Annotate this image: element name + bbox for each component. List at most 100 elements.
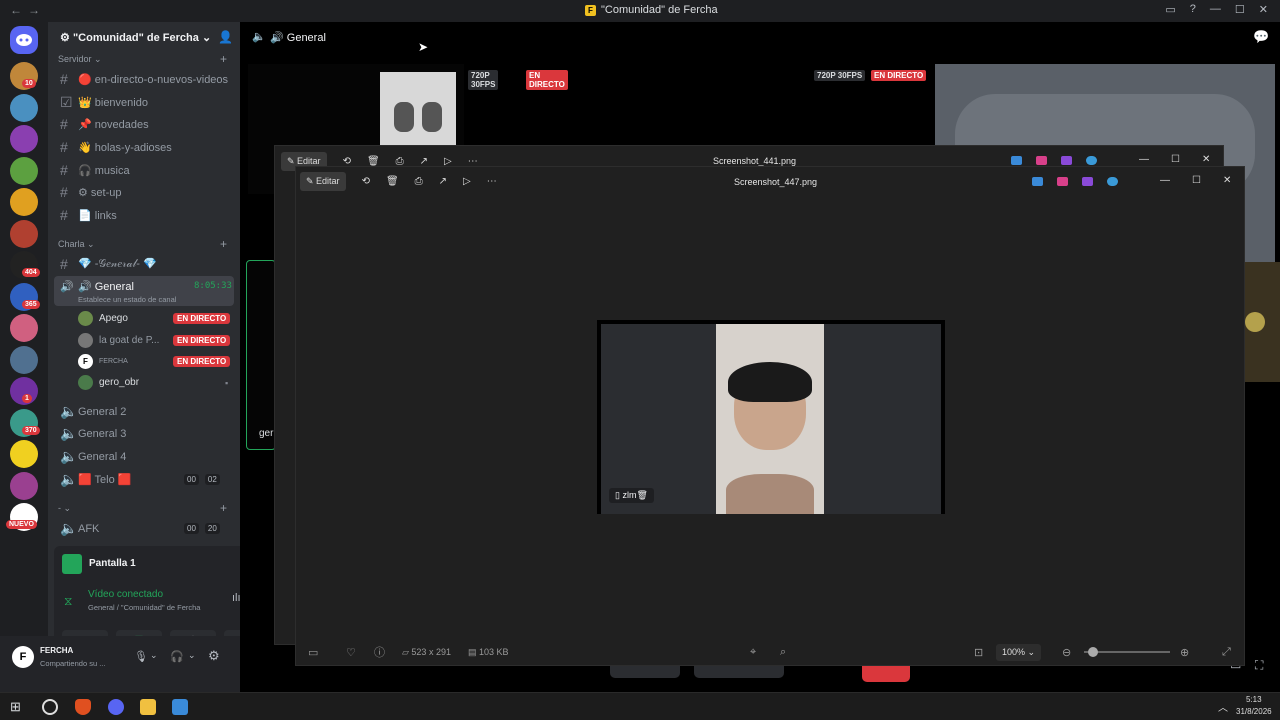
connection-status: Vídeo conectado	[88, 589, 164, 600]
avatar[interactable]: F	[12, 646, 34, 668]
connection-location[interactable]: General / "Comunidad" de Fercha	[88, 603, 200, 612]
editor-app-icon[interactable]	[1011, 156, 1022, 165]
maximize-icon[interactable]: ☐	[1235, 3, 1245, 16]
channel-bienvenido[interactable]: ☑ 👑 bienvenido	[60, 94, 148, 111]
tray-chevron-icon[interactable]: ︿	[1218, 699, 1228, 714]
category-charla[interactable]: Charla ⌄	[58, 239, 95, 250]
headphones-icon[interactable]: 🎧	[170, 650, 184, 663]
voice-channel-general-2[interactable]: 🔈 General 2	[60, 403, 126, 420]
channel-status-hint[interactable]: Establece un estado de canal	[78, 295, 176, 304]
more-icon[interactable]: ⋯	[487, 176, 497, 187]
maximize-icon[interactable]: ☐	[1192, 175, 1201, 186]
voice-user-la-goat[interactable]: la goat de P... EN DIRECTO	[78, 333, 231, 348]
server-icon[interactable]	[10, 219, 38, 248]
voice-channel-telo[interactable]: 🔈 🟥 Telo 🟥 00 02	[60, 471, 220, 488]
favorite-icon[interactable]: ♡	[346, 646, 356, 659]
delete-icon[interactable]: 🗑	[386, 176, 399, 187]
voice-channel-general-3[interactable]: 🔈 General 3	[60, 425, 126, 442]
minimize-icon[interactable]: —	[1210, 3, 1221, 16]
zoom-select[interactable]: 100% ⌄	[996, 643, 1042, 661]
server-icon[interactable]	[10, 188, 38, 216]
windows-start-icon[interactable]: ⊞	[10, 699, 21, 715]
share-icon[interactable]: ↗	[439, 176, 447, 187]
editor-app-icon[interactable]	[1032, 177, 1043, 186]
channel-set-up[interactable]: # ⚙ set-up	[60, 184, 122, 200]
add-friend-icon[interactable]: 👤	[218, 30, 233, 44]
settings-gear-icon[interactable]: ⚙	[208, 648, 220, 664]
zoom-out-icon[interactable]: ⊖	[1062, 646, 1071, 659]
chrome-icon[interactable]	[42, 699, 58, 715]
add-channel-icon[interactable]: +	[220, 237, 227, 251]
minimize-icon[interactable]: —	[1139, 154, 1149, 165]
server-icon[interactable]	[10, 345, 38, 374]
fullscreen-icon[interactable]: ⛶	[1255, 658, 1263, 673]
video-app-icon[interactable]	[1061, 156, 1072, 165]
voice-channel-general-4[interactable]: 🔈 General 4	[60, 448, 126, 465]
cloud-icon[interactable]	[1086, 156, 1097, 165]
fit-icon[interactable]: ⊡	[974, 646, 983, 659]
server-header[interactable]: ⚙ "Comunidad" de Fercha ⌄	[48, 22, 240, 52]
video-app-icon[interactable]	[1082, 177, 1093, 186]
voice-user-apego[interactable]: Apego EN DIRECTO	[78, 311, 231, 326]
server-icon[interactable]	[10, 156, 38, 185]
maximize-icon[interactable]: ☐	[1171, 154, 1180, 165]
screen-share-title: Pantalla 1	[89, 558, 136, 569]
chat-bubble-icon[interactable]: 💬	[1253, 29, 1269, 45]
file-explorer-icon[interactable]	[140, 699, 156, 715]
minimize-icon[interactable]: —	[1160, 175, 1170, 186]
design-app-icon[interactable]	[1036, 156, 1047, 165]
filmstrip-icon[interactable]: ▭	[308, 646, 318, 659]
zoom-in-icon[interactable]: ⊕	[1180, 646, 1189, 659]
info-icon[interactable]: ⓘ	[374, 644, 385, 660]
crop-icon[interactable]: ⌖	[750, 646, 756, 659]
server-icon[interactable]	[10, 440, 38, 468]
photo-viewer-front[interactable]: ✎ Editar ⟲ 🗑 ⎙ ↗ ▷ ⋯ Screenshot_447.png …	[295, 166, 1245, 666]
category-dash[interactable]: - ⌄	[58, 503, 71, 514]
stream-tile-4[interactable]	[1245, 262, 1280, 382]
photos-app-icon[interactable]	[172, 699, 188, 715]
close-icon[interactable]: ✕	[1223, 175, 1231, 186]
inbox-icon[interactable]: ▭	[1165, 3, 1175, 16]
channel-musica[interactable]: # 🎧 musica	[60, 162, 130, 178]
visual-search-icon[interactable]: ⌕	[780, 646, 786, 659]
voice-channel-afk[interactable]: 🔈 AFK 00 20	[60, 520, 220, 537]
cloud-icon[interactable]	[1107, 177, 1118, 186]
microphone-icon[interactable]: 🎙	[134, 650, 148, 663]
server-icon[interactable]	[10, 471, 38, 500]
add-channel-icon[interactable]: +	[220, 52, 227, 66]
print-icon[interactable]: ⎙	[415, 176, 423, 187]
discord-taskbar-icon[interactable]	[108, 699, 124, 715]
channel-holas-y-adioses[interactable]: # 👋 holas-y-adioses	[60, 139, 172, 155]
help-icon[interactable]: ?	[1190, 3, 1196, 16]
voice-user-fercha[interactable]: F FERCHA EN DIRECTO	[78, 354, 231, 369]
brave-icon[interactable]	[75, 699, 91, 715]
voice-channel-general-active[interactable]: 🔊 🔊 General 8:05:33 Establece un estado …	[54, 276, 234, 306]
server-icon[interactable]	[10, 314, 38, 342]
chevron-down-icon[interactable]: ⌄	[150, 650, 158, 661]
slideshow-icon[interactable]: ▷	[463, 176, 471, 187]
clock-date[interactable]: 31/8/2026	[1236, 707, 1272, 716]
clock-time[interactable]: 5:13	[1246, 695, 1262, 704]
close-icon[interactable]: ✕	[1259, 3, 1268, 16]
channel-links[interactable]: # 📄 links	[60, 207, 117, 223]
close-icon[interactable]: ✕	[1202, 154, 1210, 165]
voice-user-gero[interactable]: gero_obr ▪	[78, 375, 228, 390]
design-app-icon[interactable]	[1057, 177, 1068, 186]
edit-button[interactable]: ✎ Editar	[300, 172, 346, 191]
back-arrow-icon[interactable]: ←	[10, 3, 22, 17]
channel-en-directo[interactable]: # 🔴 en-directo-o-nuevos-videos	[60, 71, 228, 87]
server-icon[interactable]	[10, 93, 38, 122]
rotate-icon[interactable]: ⟲	[362, 176, 370, 187]
channel-general-text[interactable]: # 💎 -𝒢𝑒𝓃𝑒𝓇𝒶𝓁- 💎	[60, 256, 157, 272]
stream-tile-ger[interactable]: ger	[246, 260, 276, 450]
zoom-slider-knob[interactable]	[1087, 647, 1098, 657]
forward-arrow-icon[interactable]: →	[28, 3, 40, 17]
add-channel-icon[interactable]: +	[220, 501, 227, 515]
zoom-slider[interactable]	[1084, 647, 1170, 657]
channel-novedades[interactable]: # 📌 novedades	[60, 116, 149, 132]
chevron-down-icon[interactable]: ⌄	[188, 650, 196, 661]
category-server[interactable]: Servidor ⌄	[58, 54, 102, 65]
server-icon[interactable]	[10, 125, 38, 153]
discord-home-icon[interactable]	[10, 26, 38, 54]
expand-icon[interactable]: ⤢	[1222, 646, 1231, 659]
